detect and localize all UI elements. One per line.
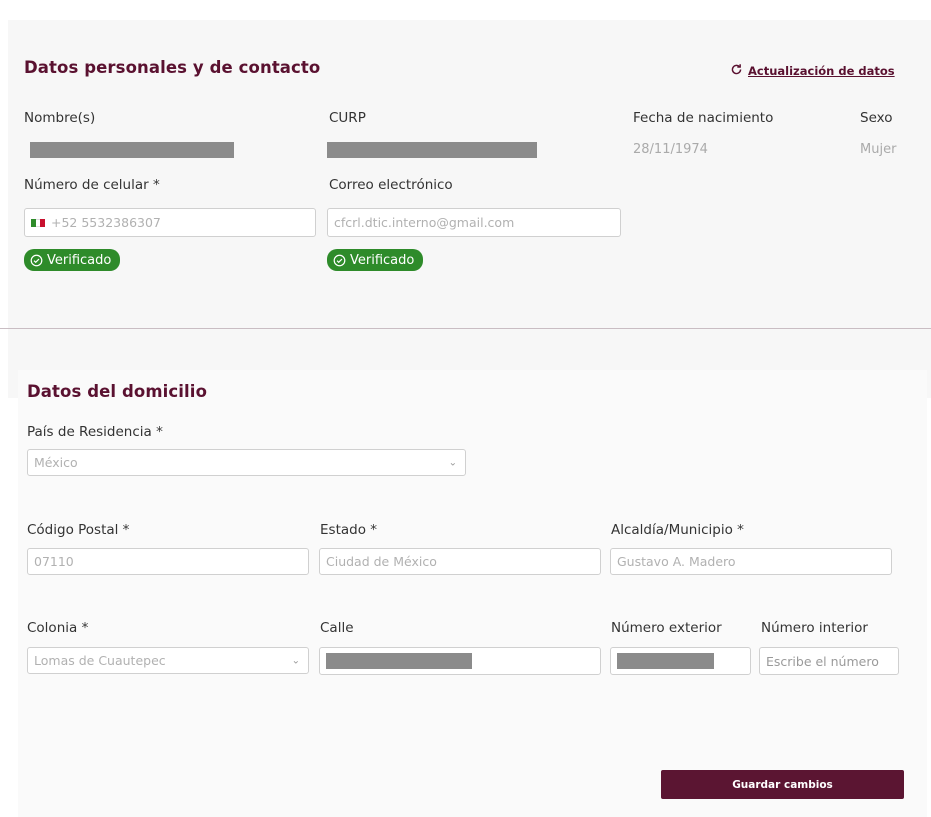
codigo-postal-input[interactable]: 07110 [27,548,309,575]
estado-input[interactable]: Ciudad de México [319,548,601,575]
correo-value: cfcrl.dtic.interno@gmail.com [334,215,515,230]
municipio-input[interactable]: Gustavo A. Madero [610,548,892,575]
section-divider [0,328,931,329]
chevron-down-icon: ⌄ [291,655,300,666]
celular-value: +52 5532386307 [51,215,161,230]
update-data-link[interactable]: Actualización de datos [730,61,895,80]
municipio-value: Gustavo A. Madero [617,554,736,569]
curp-value-redacted [327,142,537,158]
check-circle-icon [333,254,346,266]
personal-section-title: Datos personales y de contacto [24,58,321,77]
numero-interior-label: Número interior [761,620,868,636]
estado-value: Ciudad de México [326,554,437,569]
verified-label: Verificado [350,252,415,268]
sexo-value: Mujer [860,142,897,157]
numero-exterior-input[interactable] [610,647,751,675]
numero-exterior-label: Número exterior [611,620,722,636]
celular-label: Número de celular * [24,177,160,193]
colonia-value: Lomas de Cuautepec [34,653,166,668]
codigo-postal-label: Código Postal * [27,522,130,538]
municipio-label: Alcaldía/Municipio * [611,522,744,538]
address-section-title: Datos del domicilio [27,382,207,401]
pais-select[interactable]: México ⌄ [27,449,466,476]
pais-label: País de Residencia * [27,424,163,440]
colonia-select[interactable]: Lomas de Cuautepec ⌄ [27,647,309,674]
correo-input[interactable]: cfcrl.dtic.interno@gmail.com [327,208,621,237]
fecha-nacimiento-label: Fecha de nacimiento [633,110,774,126]
check-circle-icon [30,254,43,266]
colonia-label: Colonia * [27,620,89,636]
estado-label: Estado * [320,522,377,538]
celular-input[interactable]: +52 5532386307 [24,208,316,237]
sexo-label: Sexo [860,110,893,126]
fecha-nacimiento-value: 28/11/1974 [633,142,708,157]
save-changes-button[interactable]: Guardar cambios [661,770,904,799]
refresh-icon [730,61,743,80]
calle-input[interactable] [319,647,601,675]
codigo-postal-value: 07110 [34,554,74,569]
numero-interior-placeholder: Escribe el número [766,653,879,669]
calle-value-redacted [326,653,472,669]
numero-interior-input[interactable]: Escribe el número [759,647,899,675]
chevron-down-icon: ⌄ [448,457,457,468]
verified-label: Verificado [47,252,112,268]
correo-label: Correo electrónico [329,177,453,193]
curp-label: CURP [329,110,366,126]
celular-verified-badge: Verificado [24,249,121,271]
calle-label: Calle [320,620,354,636]
numero-exterior-value-redacted [617,653,714,669]
correo-verified-badge: Verificado [327,249,424,271]
mexico-flag-icon [31,218,46,227]
nombre-value-redacted [30,142,234,158]
pais-value: México [34,455,78,470]
nombre-label: Nombre(s) [24,110,96,126]
update-data-label: Actualización de datos [748,63,895,78]
